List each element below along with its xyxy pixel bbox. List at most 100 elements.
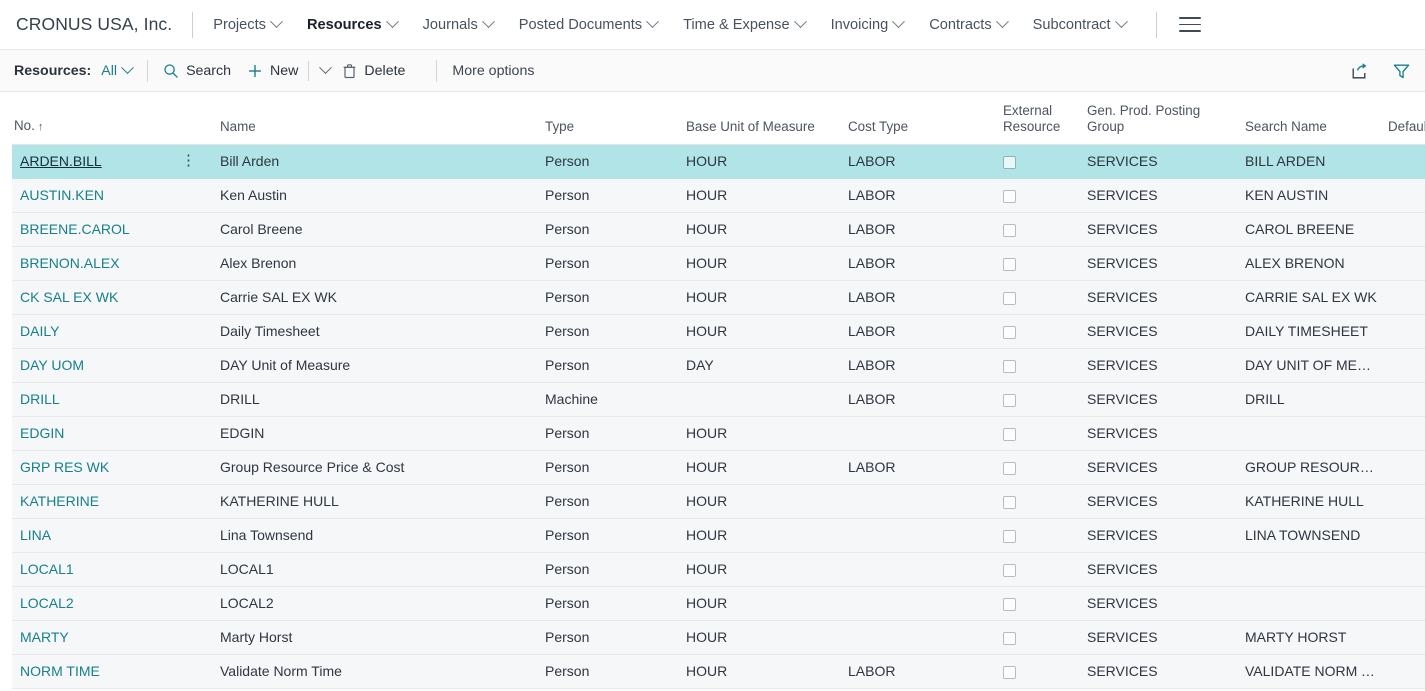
- column-header-cost-type[interactable]: Cost Type: [840, 92, 995, 145]
- hamburger-icon[interactable]: [1178, 17, 1201, 32]
- nav-item-projects[interactable]: Projects: [213, 11, 283, 39]
- external-resource-checkbox[interactable]: [1003, 665, 1016, 679]
- cell-base-uom[interactable]: HOUR: [678, 280, 840, 315]
- cell-gen-prod[interactable]: SERVICES: [1079, 552, 1237, 587]
- new-dropdown-button[interactable]: [308, 60, 333, 81]
- cell-search-name[interactable]: CAROL BREENE: [1237, 212, 1380, 247]
- cell-cost-type[interactable]: LABOR: [840, 450, 995, 485]
- cell-type[interactable]: Person: [537, 348, 678, 383]
- cell-name[interactable]: Ken Austin: [212, 178, 537, 213]
- cell-external[interactable]: [995, 314, 1079, 349]
- cell-cost-type[interactable]: [840, 586, 995, 621]
- external-resource-checkbox[interactable]: [1003, 461, 1016, 475]
- external-resource-checkbox[interactable]: [1003, 291, 1016, 305]
- table-row[interactable]: LOCAL1 LOCAL1 Person HOUR SERVICES: [0, 552, 1425, 587]
- cell-cost-type[interactable]: LABOR: [840, 246, 995, 281]
- cell-cost-type[interactable]: LABOR: [840, 212, 995, 247]
- cell-base-uom[interactable]: HOUR: [678, 484, 840, 519]
- column-header-name[interactable]: Name: [212, 92, 537, 145]
- cell-no[interactable]: EDGIN: [0, 416, 212, 451]
- filter-icon[interactable]: [1392, 62, 1411, 80]
- cell-gen-prod[interactable]: SERVICES: [1079, 416, 1237, 451]
- nav-item-time-expense[interactable]: Time & Expense: [683, 11, 807, 39]
- cell-cost-type[interactable]: LABOR: [840, 654, 995, 689]
- cell-search-name[interactable]: GROUP RESOURCE ...: [1237, 450, 1380, 485]
- cell-name[interactable]: Carol Breene: [212, 212, 537, 247]
- cell-name[interactable]: Daily Timesheet: [212, 314, 537, 349]
- cell-default-de[interactable]: [1380, 178, 1425, 213]
- cell-no[interactable]: BREENE.CAROL: [0, 212, 212, 247]
- cell-type[interactable]: Person: [537, 178, 678, 213]
- external-resource-checkbox[interactable]: [1003, 359, 1016, 373]
- cell-default-de[interactable]: [1380, 484, 1425, 519]
- cell-name[interactable]: Carrie SAL EX WK: [212, 280, 537, 315]
- nav-item-subcontract[interactable]: Subcontract: [1033, 11, 1128, 39]
- cell-type[interactable]: Person: [537, 246, 678, 281]
- cell-name[interactable]: DAY Unit of Measure: [212, 348, 537, 383]
- cell-search-name[interactable]: DRILL: [1237, 382, 1380, 417]
- cell-base-uom[interactable]: [678, 382, 840, 417]
- cell-search-name[interactable]: [1237, 552, 1380, 587]
- external-resource-checkbox[interactable]: [1003, 563, 1016, 577]
- cell-no[interactable]: DAILY: [0, 314, 212, 349]
- cell-external[interactable]: [995, 348, 1079, 383]
- view-selector-dropdown[interactable]: All: [101, 61, 134, 79]
- cell-gen-prod[interactable]: SERVICES: [1079, 654, 1237, 689]
- external-resource-checkbox[interactable]: [1003, 631, 1016, 645]
- cell-search-name[interactable]: MARTY HORST: [1237, 620, 1380, 655]
- table-row[interactable]: DAY UOM DAY Unit of Measure Person DAY LABOR…: [0, 348, 1425, 383]
- external-resource-checkbox[interactable]: [1003, 155, 1016, 169]
- external-resource-checkbox[interactable]: [1003, 529, 1016, 543]
- cell-cost-type[interactable]: LABOR: [840, 314, 995, 349]
- cell-gen-prod[interactable]: SERVICES: [1079, 280, 1237, 315]
- cell-type[interactable]: Person: [537, 314, 678, 349]
- cell-cost-type[interactable]: LABOR: [840, 348, 995, 383]
- cell-gen-prod[interactable]: SERVICES: [1079, 212, 1237, 247]
- cell-cost-type[interactable]: LABOR: [840, 144, 995, 179]
- cell-base-uom[interactable]: DAY: [678, 348, 840, 383]
- cell-no[interactable]: DRILL: [0, 382, 212, 417]
- cell-default-de[interactable]: [1380, 586, 1425, 621]
- cell-external[interactable]: [995, 552, 1079, 587]
- cell-default-de[interactable]: [1380, 450, 1425, 485]
- cell-name[interactable]: Lina Townsend: [212, 518, 537, 553]
- cell-name[interactable]: Marty Horst: [212, 620, 537, 655]
- column-header-search-name[interactable]: Search Name: [1237, 92, 1380, 145]
- cell-name[interactable]: Validate Norm Time: [212, 654, 537, 689]
- cell-no[interactable]: LOCAL1: [0, 552, 212, 587]
- cell-default-de[interactable]: [1380, 518, 1425, 553]
- cell-type[interactable]: Person: [537, 620, 678, 655]
- cell-search-name[interactable]: KEN AUSTIN: [1237, 178, 1380, 213]
- external-resource-checkbox[interactable]: [1003, 597, 1016, 611]
- cell-gen-prod[interactable]: SERVICES: [1079, 246, 1237, 281]
- external-resource-checkbox[interactable]: [1003, 257, 1016, 271]
- cell-default-de[interactable]: [1380, 382, 1425, 417]
- delete-button[interactable]: Delete: [342, 63, 405, 79]
- cell-base-uom[interactable]: HOUR: [678, 144, 840, 179]
- cell-search-name[interactable]: [1237, 416, 1380, 451]
- cell-no[interactable]: KATHERINE: [0, 484, 212, 519]
- cell-default-de[interactable]: [1380, 654, 1425, 689]
- table-row[interactable]: DAILY Daily Timesheet Person HOUR LABOR SERVI…: [0, 314, 1425, 349]
- cell-type[interactable]: Person: [537, 484, 678, 519]
- cell-external[interactable]: [995, 178, 1079, 213]
- cell-type[interactable]: Person: [537, 144, 678, 179]
- cell-external[interactable]: [995, 144, 1079, 179]
- cell-search-name[interactable]: BILL ARDEN: [1237, 144, 1380, 179]
- cell-base-uom[interactable]: HOUR: [678, 620, 840, 655]
- cell-default-de[interactable]: [1380, 280, 1425, 315]
- cell-base-uom[interactable]: HOUR: [678, 314, 840, 349]
- cell-gen-prod[interactable]: SERVICES: [1079, 348, 1237, 383]
- column-header-gen-prod[interactable]: Gen. Prod. Posting Group: [1079, 92, 1237, 145]
- cell-base-uom[interactable]: HOUR: [678, 416, 840, 451]
- cell-type[interactable]: Person: [537, 280, 678, 315]
- cell-cost-type[interactable]: [840, 620, 995, 655]
- cell-name[interactable]: Group Resource Price & Cost: [212, 450, 537, 485]
- cell-type[interactable]: Person: [537, 212, 678, 247]
- table-row[interactable]: CK SAL EX WK Carrie SAL EX WK Person HOUR LA…: [0, 280, 1425, 315]
- cell-gen-prod[interactable]: SERVICES: [1079, 620, 1237, 655]
- cell-name[interactable]: DRILL: [212, 382, 537, 417]
- cell-cost-type[interactable]: [840, 518, 995, 553]
- nav-item-journals[interactable]: Journals: [423, 11, 495, 39]
- cell-search-name[interactable]: [1237, 586, 1380, 621]
